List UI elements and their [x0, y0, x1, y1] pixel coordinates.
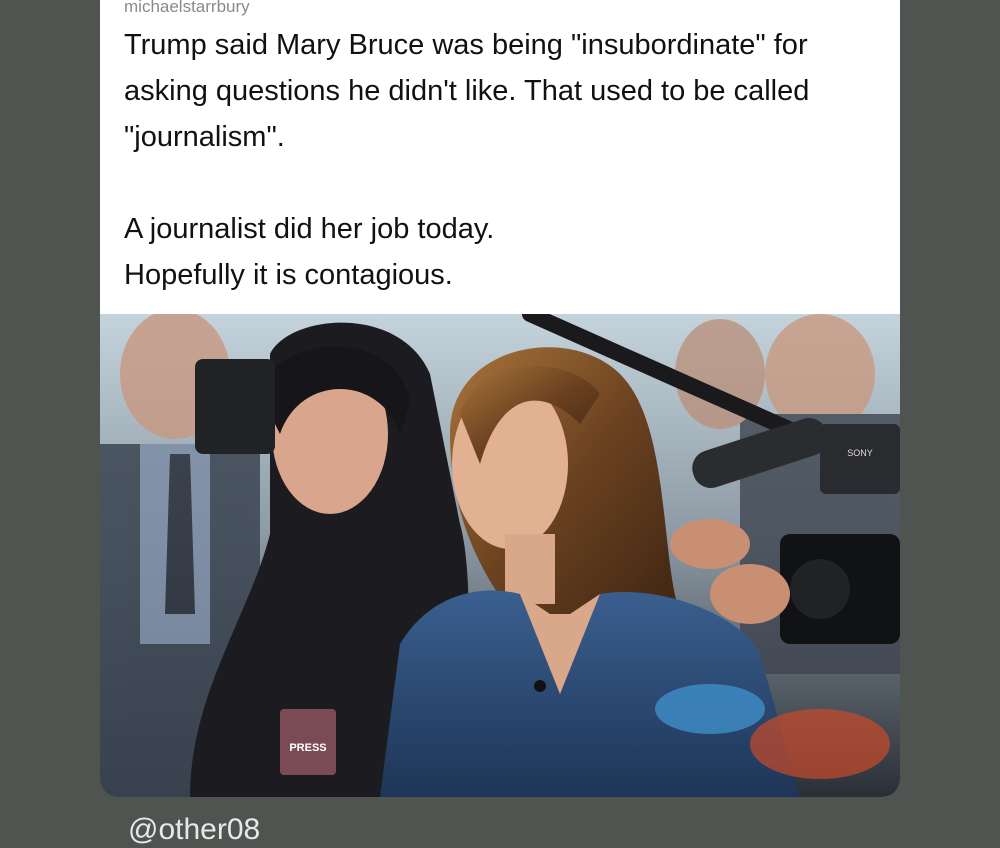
- post-photo[interactable]: PRESS SONY: [100, 314, 900, 797]
- post-text: Trump said Mary Bruce was being "insubor…: [124, 22, 884, 298]
- camera-left: [195, 359, 275, 454]
- post-paragraph-1: Trump said Mary Bruce was being "insubor…: [124, 29, 810, 153]
- camera-brand-text: SONY: [847, 448, 873, 458]
- post-line-3: Hopefully it is contagious.: [124, 259, 453, 291]
- post-username[interactable]: michaelstarrbury: [124, 0, 250, 18]
- press-badge-text: PRESS: [289, 742, 326, 754]
- photo-illustration: PRESS SONY: [100, 314, 900, 797]
- post-card: michaelstarrbury Trump said Mary Bruce w…: [100, 0, 900, 797]
- bottom-handle-text[interactable]: @other08: [128, 812, 260, 848]
- post-line-2: A journalist did her job today.: [124, 213, 495, 245]
